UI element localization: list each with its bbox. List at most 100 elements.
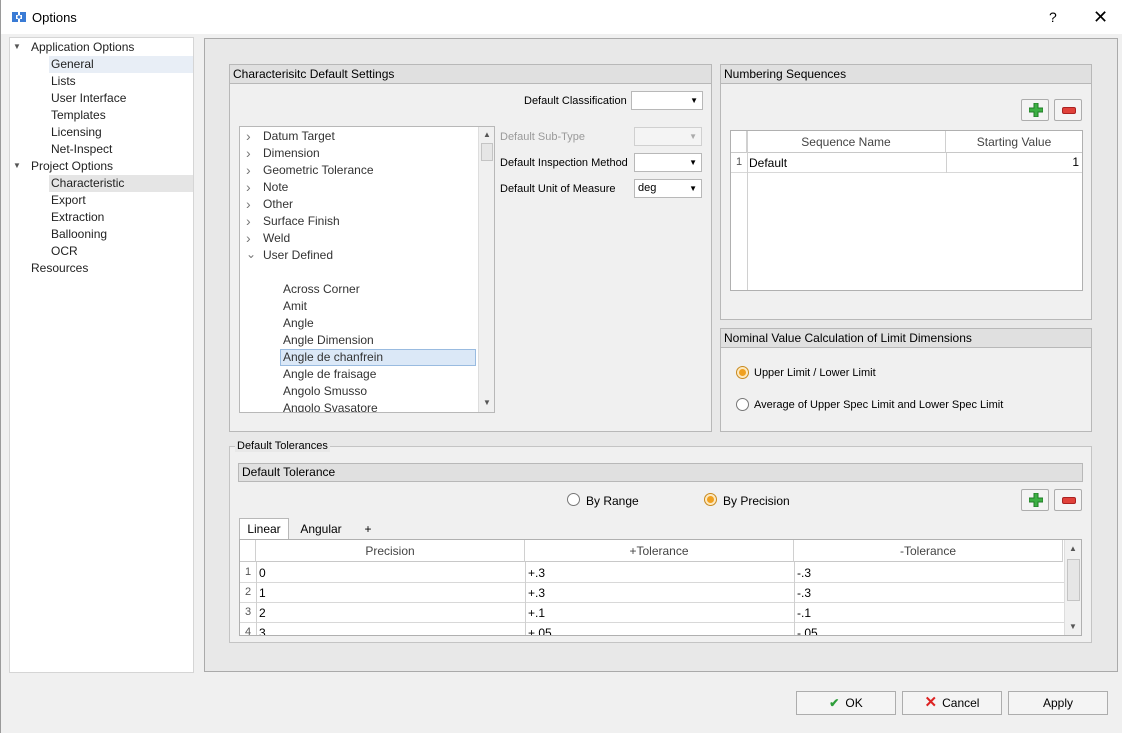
ok-button[interactable]: ✔ OK: [796, 691, 896, 715]
tree-child-item[interactable]: Amit: [283, 298, 307, 315]
tree-child-item[interactable]: Across Corner: [283, 281, 360, 298]
add-sequence-button[interactable]: [1021, 99, 1049, 121]
table-cell[interactable]: -.05: [797, 626, 1057, 635]
table-row[interactable]: 3 2 +.1 -.1: [240, 603, 1064, 623]
tree-scrollbar[interactable]: ▲ ▼: [478, 127, 494, 412]
scroll-up-icon[interactable]: ▲: [483, 130, 491, 139]
nav-item[interactable]: Lists: [51, 73, 76, 90]
characteristic-type-tree[interactable]: ▲ ▼ › Datum Target › Dimension › Geometric To…: [239, 126, 495, 413]
table-cell[interactable]: +.05: [528, 626, 788, 635]
expand-icon[interactable]: ▼: [13, 42, 21, 51]
default-classification-select[interactable]: ▼: [631, 91, 703, 110]
table-cell[interactable]: 1: [259, 586, 519, 600]
scroll-thumb[interactable]: [481, 143, 493, 161]
tree-group-item[interactable]: Geometric Tolerance: [263, 162, 374, 179]
table-row[interactable]: 1 Default 1: [731, 153, 1082, 173]
nav-item[interactable]: OCR: [51, 243, 78, 260]
default-unit-select[interactable]: deg ▼: [634, 179, 702, 198]
tree-group-item[interactable]: Weld: [263, 230, 290, 247]
scroll-down-icon[interactable]: ▼: [1069, 622, 1077, 631]
expand-icon[interactable]: ›: [246, 213, 251, 229]
tab-angular[interactable]: Angular: [293, 519, 349, 540]
cancel-button[interactable]: ✕ Cancel: [902, 691, 1002, 715]
tab-linear[interactable]: Linear: [239, 518, 289, 539]
column-header[interactable]: Sequence Name: [747, 131, 946, 153]
nominal-value-group: Nominal Value Calculation of Limit Dimen…: [720, 328, 1092, 432]
options-window: Options ? ✕ ▼ Application Options General L…: [0, 0, 1122, 733]
expand-icon[interactable]: ›: [246, 145, 251, 161]
tree-group-item[interactable]: Datum Target: [263, 128, 335, 145]
table-cell[interactable]: -.3: [797, 586, 1057, 600]
by-precision-radio[interactable]: [704, 493, 717, 506]
tree-child-item[interactable]: Angle: [283, 315, 314, 332]
expand-icon[interactable]: ›: [246, 128, 251, 144]
table-cell[interactable]: -.1: [797, 606, 1057, 620]
tree-child-item[interactable]: Angle de fraisage: [283, 366, 376, 383]
expand-icon[interactable]: ›: [246, 230, 251, 246]
tree-group-item[interactable]: User Defined: [263, 247, 333, 264]
nav-item[interactable]: Ballooning: [51, 226, 107, 243]
nav-item[interactable]: Resources: [31, 260, 88, 277]
nav-item[interactable]: Export: [51, 192, 86, 209]
default-inspection-select[interactable]: ▼: [634, 153, 702, 172]
scroll-up-icon[interactable]: ▲: [1069, 544, 1077, 553]
close-icon[interactable]: ✕: [1093, 7, 1108, 28]
table-cell[interactable]: -.3: [797, 566, 1057, 580]
table-row[interactable]: 2 1 +.3 -.3: [240, 583, 1064, 603]
scroll-thumb[interactable]: [1067, 559, 1080, 601]
table-cell[interactable]: +.3: [528, 586, 788, 600]
column-header[interactable]: Starting Value: [946, 131, 1082, 153]
table-cell[interactable]: 0: [259, 566, 519, 580]
scroll-down-icon[interactable]: ▼: [483, 398, 491, 407]
x-icon: ✕: [924, 694, 938, 711]
table-row[interactable]: 1 0 +.3 -.3: [240, 563, 1064, 583]
tree-group-item[interactable]: Surface Finish: [263, 213, 340, 230]
column-header[interactable]: +Tolerance: [525, 540, 794, 562]
nav-item[interactable]: General: [49, 56, 193, 73]
tree-group-item[interactable]: Other: [263, 196, 293, 213]
add-tolerance-button[interactable]: [1021, 489, 1049, 511]
help-icon[interactable]: ?: [1049, 9, 1057, 25]
upper-lower-limit-radio[interactable]: [736, 366, 749, 379]
tree-group-item[interactable]: Dimension: [263, 145, 320, 162]
column-header[interactable]: -Tolerance: [794, 540, 1063, 562]
expand-icon[interactable]: ›: [246, 162, 251, 178]
tree-child-item[interactable]: Angle de chanfrein: [280, 349, 476, 366]
chevron-down-icon: ▼: [690, 96, 698, 105]
average-spec-limit-radio[interactable]: [736, 398, 749, 411]
expand-icon[interactable]: ›: [246, 196, 251, 212]
nav-item[interactable]: User Interface: [51, 90, 126, 107]
expand-icon[interactable]: ›: [246, 179, 251, 195]
nav-item[interactable]: Templates: [51, 107, 106, 124]
expand-icon[interactable]: ▼: [13, 161, 21, 170]
tree-child-item[interactable]: Angolo Smusso: [283, 383, 367, 400]
nav-item[interactable]: Project Options: [31, 158, 113, 175]
nav-item[interactable]: Extraction: [51, 209, 104, 226]
apply-button[interactable]: Apply: [1008, 691, 1108, 715]
table-scrollbar[interactable]: ▲ ▼: [1064, 540, 1081, 635]
by-range-radio[interactable]: [567, 493, 580, 506]
nav-item[interactable]: Licensing: [51, 124, 102, 141]
remove-tolerance-button[interactable]: [1054, 489, 1082, 511]
remove-sequence-button[interactable]: [1054, 99, 1082, 121]
default-inspection-label: Default Inspection Method: [500, 157, 628, 169]
nav-item[interactable]: Characteristic: [49, 175, 193, 192]
table-cell[interactable]: +.3: [528, 566, 788, 580]
upper-lower-limit-label: Upper Limit / Lower Limit: [754, 367, 876, 379]
default-subtype-label: Default Sub-Type: [500, 131, 585, 143]
tree-group-item[interactable]: Note: [263, 179, 288, 196]
collapse-icon[interactable]: ⌄: [246, 247, 256, 261]
chevron-down-icon: ▼: [689, 184, 697, 193]
table-cell[interactable]: 2: [259, 606, 519, 620]
table-cell[interactable]: 3: [259, 626, 519, 635]
tree-child-item[interactable]: Angle Dimension: [283, 332, 374, 349]
column-header[interactable]: Precision: [256, 540, 525, 562]
tab-add[interactable]: +: [359, 519, 377, 540]
nav-item[interactable]: Application Options: [31, 39, 134, 56]
tree-child-item[interactable]: Angolo Svasatore: [283, 400, 378, 412]
table-row[interactable]: 4 3 +.05 -.05: [240, 623, 1064, 635]
nav-item[interactable]: Net-Inspect: [51, 141, 112, 158]
average-spec-limit-label: Average of Upper Spec Limit and Lower Sp…: [754, 399, 1004, 411]
default-tolerance-header: Default Tolerance: [238, 463, 1083, 482]
table-cell[interactable]: +.1: [528, 606, 788, 620]
